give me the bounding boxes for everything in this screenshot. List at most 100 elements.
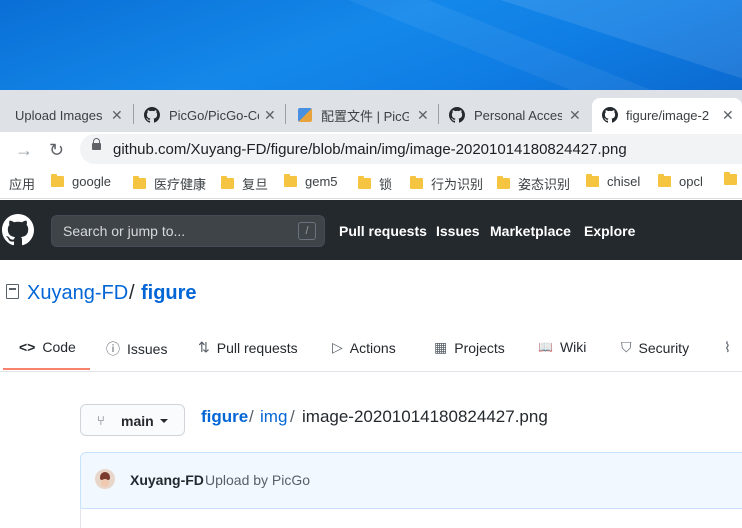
github-icon (144, 107, 160, 123)
nav-marketplace[interactable]: Marketplace (490, 223, 571, 239)
shield-icon: ⛉ (621, 339, 632, 355)
breadcrumb-file-name: image-20201014180824427.png (302, 407, 548, 426)
tab-separator (438, 104, 439, 124)
tab-title: Personal Acces (474, 107, 562, 123)
repo-owner-link[interactable]: Xuyang-FD (27, 282, 128, 305)
browser-tab[interactable]: 配置文件 | PicGo ✕ (290, 98, 435, 132)
bookmark-folder[interactable]: 行为识别 (410, 174, 483, 193)
tab-actions[interactable]: ▷ Actions (332, 339, 396, 356)
tab-title: figure/image-2 (626, 107, 710, 123)
tab-security[interactable]: ⛉ Security (621, 339, 689, 356)
reload-icon[interactable]: ↻ (49, 140, 64, 161)
doc-icon (298, 108, 312, 122)
graph-icon: ⌇ (724, 339, 731, 355)
tab-separator (285, 104, 286, 124)
pull-request-icon: ⇅ (198, 339, 210, 355)
bookmark-label: google (72, 174, 112, 189)
file-content-frame (80, 508, 742, 528)
tab-projects[interactable]: ▦ Projects (434, 339, 505, 356)
commit-author-link[interactable]: Xuyang-FD (130, 472, 204, 488)
close-icon[interactable]: ✕ (417, 107, 429, 124)
search-placeholder: Search or jump to... (63, 223, 186, 239)
bookmark-folder[interactable]: google (51, 174, 111, 189)
avatar[interactable] (95, 469, 115, 489)
book-icon: 📖 (538, 340, 553, 354)
browser-tab[interactable]: Personal Acces ✕ (441, 98, 586, 132)
bookmark-label: 医疗健康 (154, 177, 207, 192)
bookmark-folder[interactable]: 姿态识别 (497, 174, 570, 193)
tab-title: Upload Images (15, 107, 103, 123)
folder-icon (358, 176, 371, 189)
nav-issues[interactable]: Issues (436, 223, 480, 239)
breadcrumb-root-link[interactable]: figure (201, 407, 248, 427)
close-icon[interactable]: ✕ (569, 107, 581, 124)
breadcrumb-folder-link[interactable]: img (260, 407, 287, 427)
tab-label: Projects (454, 339, 505, 356)
play-icon: ▷ (332, 339, 343, 355)
nav-explore[interactable]: Explore (584, 223, 635, 239)
desktop-wallpaper (0, 0, 742, 90)
lock-icon[interactable] (92, 138, 101, 150)
bookmark-label: 锁 (379, 177, 393, 192)
bookmark-folder[interactable]: 医疗健康 (133, 174, 206, 193)
repo-name-link[interactable]: figure (141, 282, 197, 305)
tab-label: Actions (349, 339, 396, 356)
folder-icon (586, 174, 599, 187)
close-icon[interactable]: ✕ (111, 107, 123, 124)
tab-label: Issues (127, 341, 168, 357)
folder-icon (284, 174, 297, 187)
active-tab-underline (3, 368, 90, 370)
browser-tab[interactable]: Upload Images ✕ (0, 98, 128, 132)
bookmark-folder[interactable]: opcl (658, 174, 703, 189)
project-icon: ▦ (434, 339, 448, 355)
browser-tab-active[interactable]: figure/image-2 ✕ (592, 98, 742, 132)
tab-insights[interactable]: ⌇ (724, 339, 738, 356)
bookmarks-bar: 应用 google 医疗健康 复旦 gem5 锁 行为识别 姿态识别 chise… (0, 166, 742, 199)
url-text[interactable]: github.com/Xuyang-FD/figure/blob/main/im… (113, 141, 627, 158)
bookmark-label: 应用 (9, 177, 36, 192)
latest-commit-box: Xuyang-FD Upload by PicGo (80, 452, 742, 509)
breadcrumb-separator: / (249, 407, 254, 426)
bookmark-folder[interactable]: 锁 (358, 174, 392, 193)
folder-icon (410, 176, 423, 189)
bookmark-apps[interactable]: 应用 (9, 174, 35, 193)
tab-label: Security (638, 339, 690, 356)
folder-icon (133, 176, 146, 189)
folder-icon (658, 174, 671, 187)
bookmark-folder[interactable]: chisel (586, 174, 640, 189)
bookmark-label: gem5 (305, 174, 338, 189)
repo-tabs: <> Code ⓘ Issues ⇅ Pull requests ▷ Actions ▦… (0, 325, 742, 372)
github-logo-icon[interactable] (2, 214, 34, 246)
branch-name: main (121, 413, 154, 429)
code-icon: <> (19, 339, 36, 355)
tab-issues[interactable]: ⓘ Issues (106, 339, 167, 359)
nav-pull-requests[interactable]: Pull requests (339, 223, 427, 239)
github-header: Search or jump to... / Pull requests Iss… (0, 200, 742, 260)
branch-icon: ⑂ (97, 413, 105, 428)
bookmark-folder[interactable]: 复旦 (221, 174, 268, 193)
folder-icon (221, 176, 234, 189)
folder-icon (51, 174, 64, 187)
commit-message-link[interactable]: Upload by PicGo (205, 472, 310, 488)
bookmark-label: 行为识别 (431, 177, 484, 192)
tab-pull-requests[interactable]: ⇅ Pull requests (198, 339, 298, 356)
close-icon[interactable]: ✕ (264, 107, 276, 124)
tab-title: PicGo/PicGo-Co (169, 107, 259, 123)
browser-toolbar: → ↻ github.com/Xuyang-FD/figure/blob/mai… (0, 132, 742, 166)
bookmark-folder[interactable] (724, 172, 742, 185)
folder-icon (497, 176, 510, 189)
tab-separator (133, 104, 134, 124)
search-input[interactable]: Search or jump to... / (51, 215, 325, 247)
bookmark-label: 复旦 (242, 177, 269, 192)
address-bar[interactable]: github.com/Xuyang-FD/figure/blob/main/im… (80, 134, 742, 164)
bookmark-folder[interactable]: gem5 (284, 174, 338, 189)
forward-icon[interactable]: → (15, 140, 33, 161)
tab-code[interactable]: <> Code (19, 339, 76, 355)
repo-separator: / (129, 282, 135, 304)
branch-selector-button[interactable]: ⑂ main (80, 404, 185, 436)
browser-tab[interactable]: PicGo/PicGo-Co ✕ (136, 98, 279, 132)
issue-icon: ⓘ (106, 341, 120, 357)
close-icon[interactable]: ✕ (722, 107, 734, 124)
tab-wiki[interactable]: 📖 Wiki (538, 339, 586, 355)
browser-tab-strip: Upload Images ✕ PicGo/PicGo-Co ✕ 配置文件 | … (0, 90, 742, 132)
